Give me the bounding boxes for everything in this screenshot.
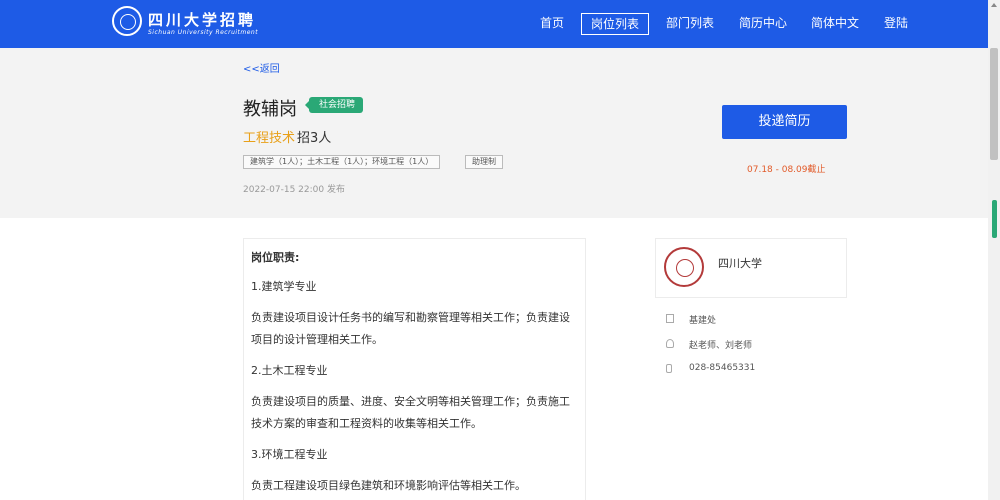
university-logo-icon[interactable] (112, 6, 142, 36)
nav-login[interactable]: 登陆 (884, 13, 908, 33)
description-line: 2.土木工程专业 (251, 364, 328, 377)
contact-names: 赵老师、刘老师 (689, 341, 753, 351)
nav-home[interactable]: 首页 (540, 13, 564, 33)
apply-button[interactable]: 投递简历 (722, 105, 847, 139)
scroll-indicator (992, 200, 997, 238)
description-line: 技术方案的审查和工程资料的收集等相关工作。 (251, 417, 482, 430)
description-line: 负责建设项目设计任务书的编写和勘察管理等相关工作；负责建设 (251, 311, 570, 324)
major-tag: 建筑学（1人）；土木工程（1人）；环境工程（1人） (243, 155, 441, 169)
scrollbar-thumb[interactable] (990, 48, 998, 160)
description-heading: 岗位职责: (251, 251, 300, 264)
nav-department-list[interactable]: 部门列表 (666, 13, 714, 33)
job-title: 教辅岗 (243, 99, 297, 120)
job-category: 工程技术 (243, 131, 296, 146)
brand-subtitle: Sichuan University Recruitment (148, 29, 259, 36)
back-link[interactable]: <<返回 (243, 60, 280, 75)
job-headcount: 招3人 (297, 131, 332, 146)
description-line: 1.建筑学专业 (251, 280, 317, 293)
posted-date: 2022-07-15 22:00 发布 (243, 185, 345, 195)
nav-resume-center[interactable]: 简历中心 (739, 13, 787, 33)
deadline-text: 07.18 - 08.09截止 (747, 165, 826, 175)
contact-phone: 028-85465331 (689, 363, 756, 373)
nav-job-list[interactable]: 岗位列表 (581, 13, 650, 35)
description-line: 3.环境工程专业 (251, 448, 328, 461)
scroll-up-arrow-icon[interactable] (991, 3, 997, 7)
department-name: 基建处 (689, 316, 717, 326)
description-line: 负责建设项目的质量、进度、安全文明等相关管理工作；负责施工 (251, 395, 570, 408)
building-icon (666, 314, 674, 323)
employer-name[interactable]: 四川大学 (718, 255, 762, 271)
description-line: 项目的设计管理相关工作。 (251, 333, 383, 346)
phone-icon (666, 364, 672, 373)
university-seal-icon (664, 247, 704, 287)
employment-type-tag: 助理制 (465, 155, 503, 169)
nav-language-select[interactable]: 简体中文 (811, 13, 859, 33)
brand-title[interactable]: 四川大学招聘 (148, 9, 256, 30)
person-icon (666, 339, 674, 348)
recruitment-type-badge: 社会招聘 (304, 97, 364, 113)
description-line: 负责工程建设项目绿色建筑和环境影响评估等相关工作。 (251, 479, 526, 492)
